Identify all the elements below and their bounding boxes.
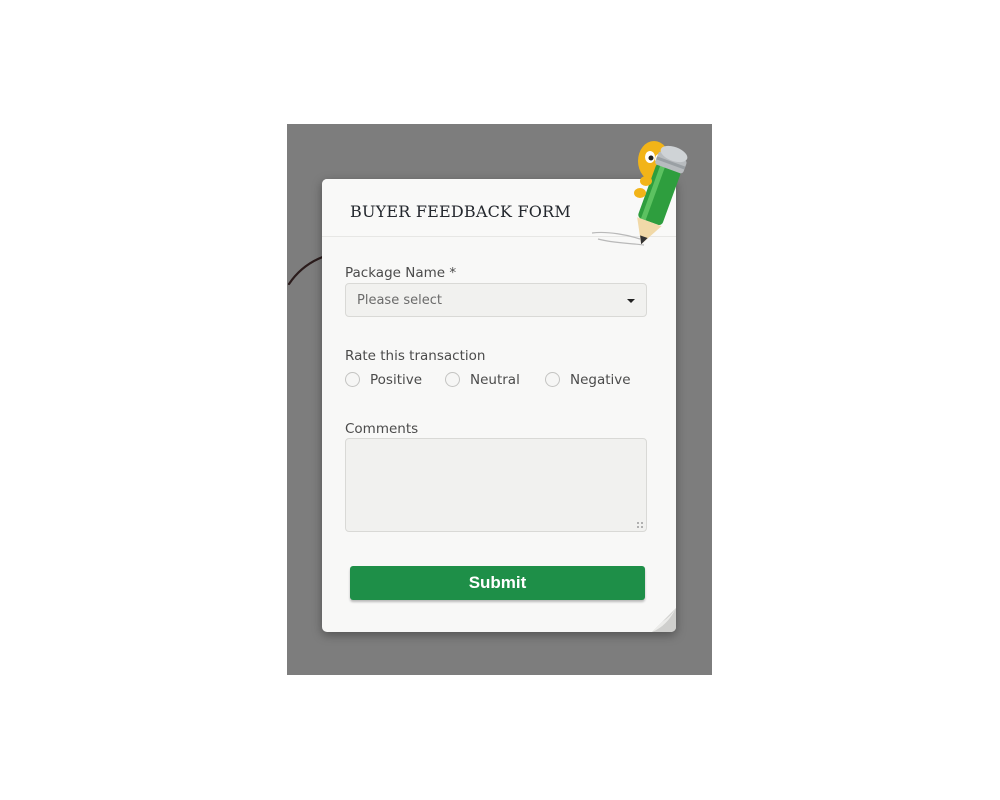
submit-button[interactable]: Submit [350,566,645,600]
page-curl-icon [652,608,676,632]
form-title: BUYER FEEDBACK FORM [350,202,571,221]
package-name-select-value: Please select [357,293,442,308]
pencil-mascot-icon [591,141,688,246]
radio-circle-icon[interactable] [445,372,460,387]
chevron-down-icon [627,299,635,303]
resize-grip-icon[interactable] [636,521,644,529]
radio-circle-icon[interactable] [545,372,560,387]
package-name-select[interactable]: Please select [345,283,647,317]
rate-transaction-label: Rate this transaction [345,348,486,364]
comments-label: Comments [345,421,419,437]
rating-option-label: Positive [370,372,423,388]
comments-textarea[interactable] [345,438,647,532]
radio-circle-icon[interactable] [345,372,360,387]
package-name-label: Package Name * [345,265,457,281]
rating-option-label: Neutral [470,372,520,388]
rating-option-label: Negative [570,372,631,388]
